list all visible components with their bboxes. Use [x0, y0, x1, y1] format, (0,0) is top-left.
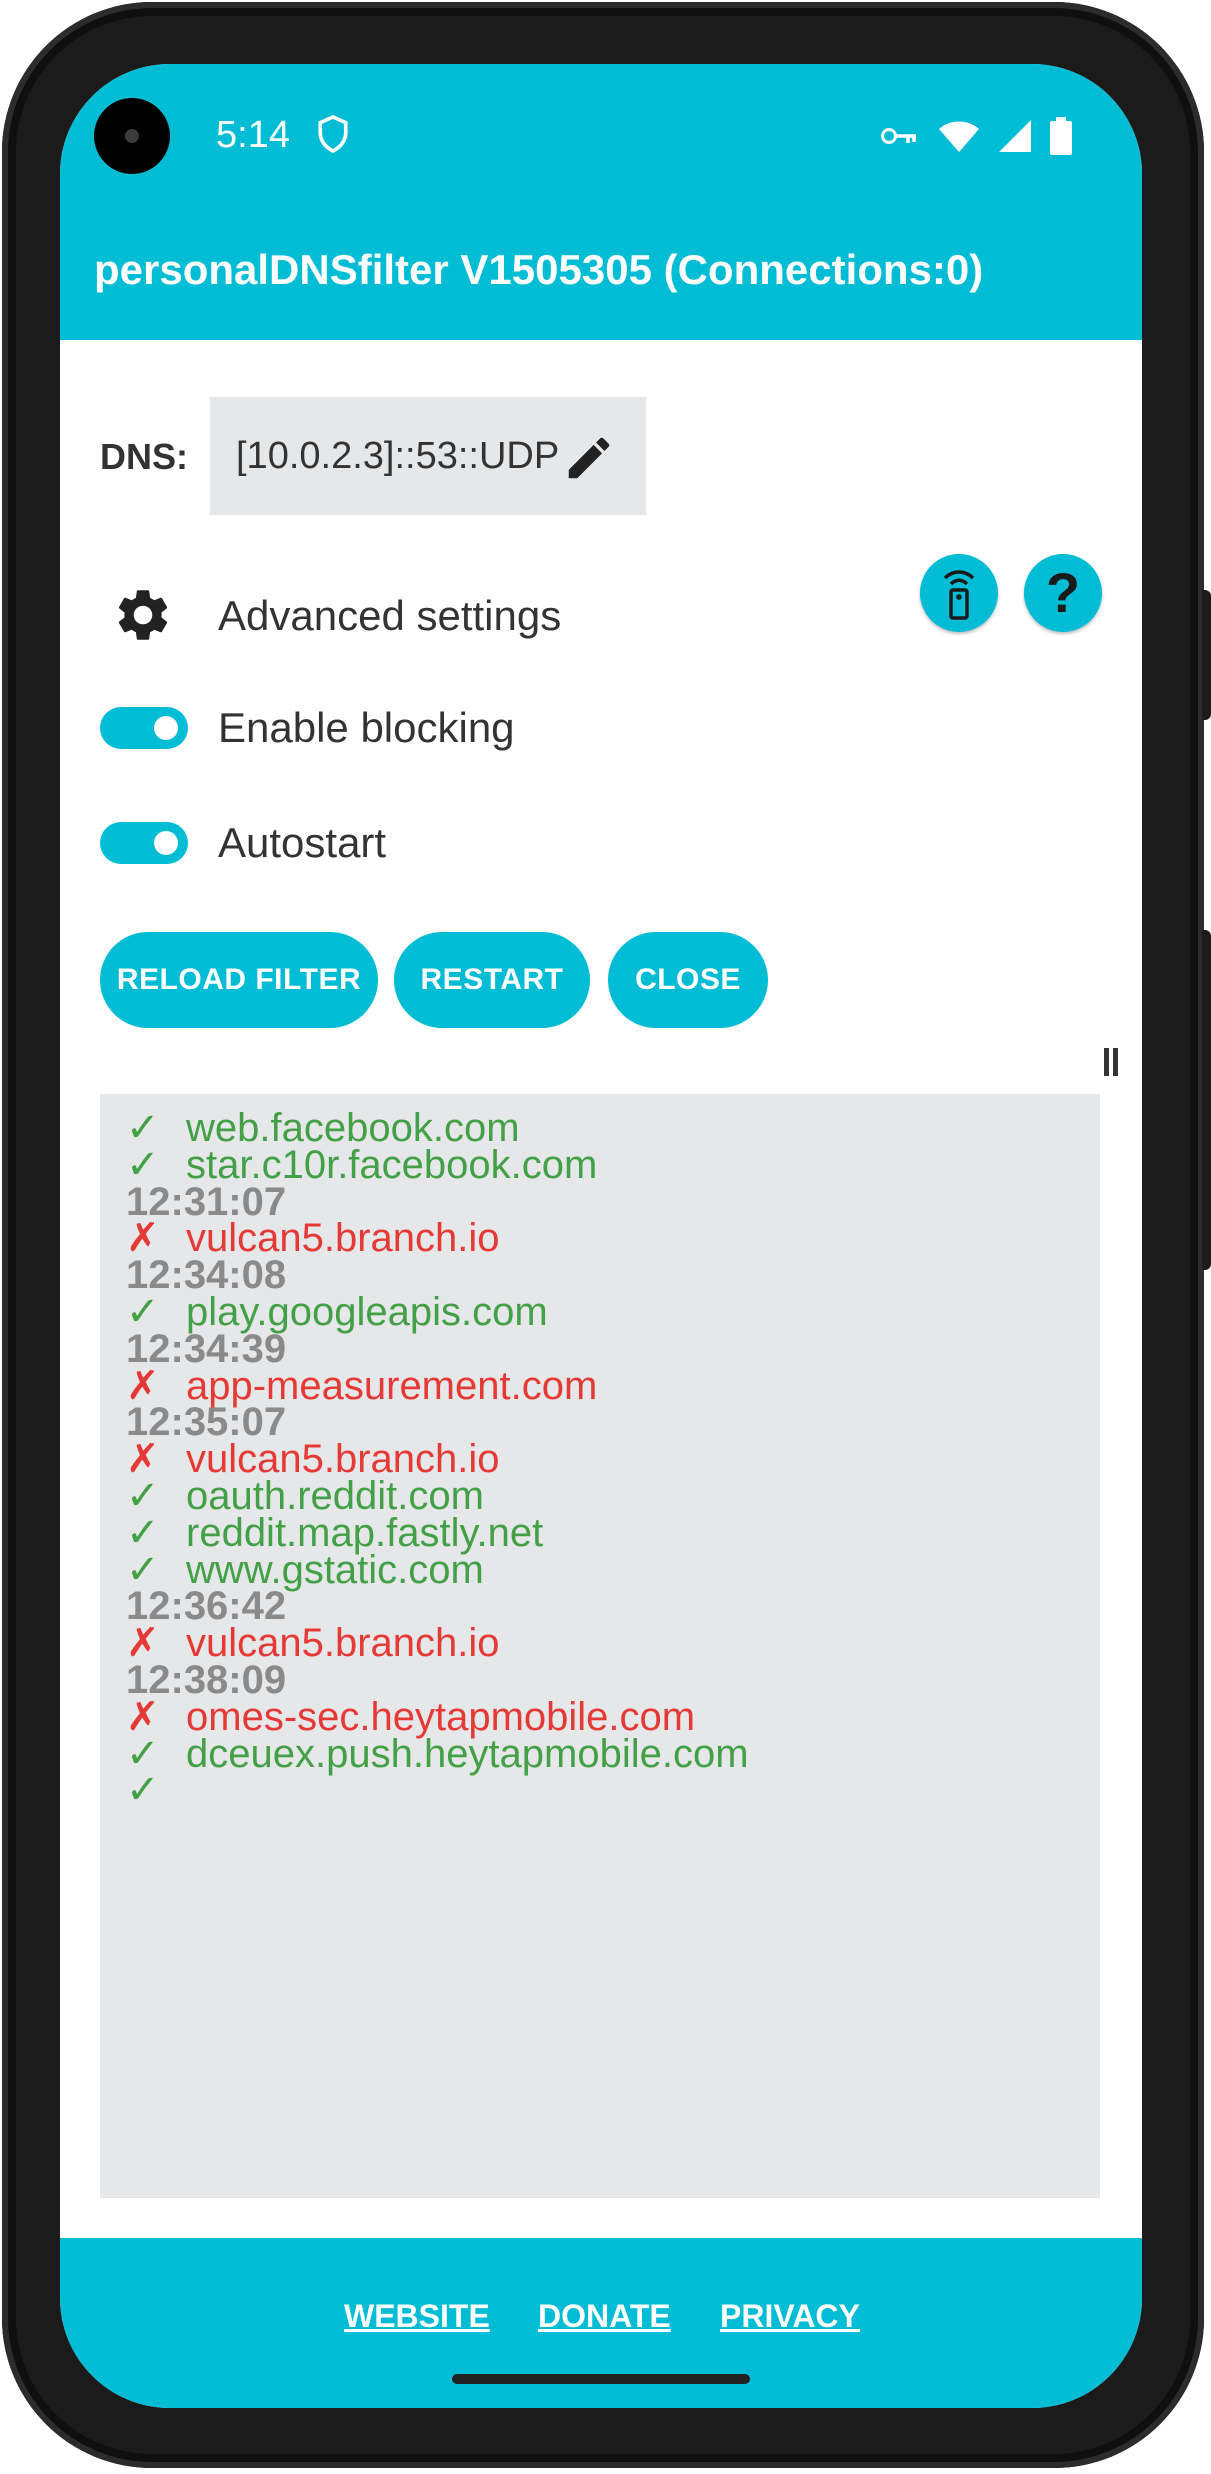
log-entry-allowed: ✓ — [126, 1770, 186, 1810]
log-view[interactable]: ✓ web.facebook.com ✓ star.c10r.facebook.com… — [100, 1094, 1100, 2198]
check-icon: ✓ — [126, 1510, 160, 1555]
autostart-switch[interactable] — [100, 822, 188, 864]
check-icon: ✓ — [126, 1474, 160, 1518]
website-link[interactable]: WEBSITE — [344, 2298, 490, 2335]
gesture-nav-handle[interactable] — [452, 2374, 750, 2384]
reload-filter-button[interactable]: RELOAD FILTER — [100, 932, 378, 1028]
edit-icon[interactable] — [562, 431, 616, 485]
dns-label: DNS: — [100, 436, 188, 477]
cross-icon: ✗ — [126, 1694, 160, 1739]
shield-icon — [318, 114, 348, 154]
dns-field[interactable]: [10.0.2.3]::53::UDP — [210, 397, 646, 515]
restart-button[interactable]: RESTART — [394, 932, 590, 1028]
app-bar: 5:14 personalDNSfilter V1505305 (Connect… — [60, 64, 1142, 340]
status-icons — [880, 116, 1072, 156]
advanced-settings-label[interactable]: Advanced settings — [218, 592, 561, 640]
donate-link[interactable]: DONATE — [538, 2298, 671, 2335]
enable-blocking-label[interactable]: Enable blocking — [218, 704, 515, 752]
status-time: 5:14 — [216, 114, 290, 156]
close-button[interactable]: CLOSE — [608, 932, 768, 1028]
autostart-label[interactable]: Autostart — [218, 819, 386, 867]
enable-blocking-switch[interactable] — [100, 707, 188, 749]
battery-icon — [1050, 117, 1072, 155]
help-button[interactable]: ? — [1024, 554, 1102, 632]
cell-signal-icon — [999, 120, 1031, 152]
app-title: personalDNSfilter V1505305 (Connections:… — [94, 246, 984, 293]
privacy-link[interactable]: PRIVACY — [720, 2298, 860, 2335]
volume-button — [1202, 930, 1211, 1270]
pause-icon[interactable] — [1101, 1048, 1121, 1078]
vpn-key-icon — [881, 128, 916, 144]
dns-value[interactable]: [10.0.2.3]::53::UDP — [236, 435, 559, 478]
log-entry-allowed: ✓ dceuex.push.heytapmobile.com — [126, 1734, 749, 1774]
check-icon: ✓ — [126, 1768, 160, 1813]
remote-control-button[interactable] — [920, 554, 998, 632]
front-camera — [94, 98, 170, 174]
footer: WEBSITE DONATE PRIVACY — [60, 2238, 1142, 2408]
screen: 5:14 personalDNSfilter V1505305 (Connect… — [60, 64, 1142, 2408]
help-icon: ? — [1045, 561, 1081, 624]
log-text: dceuex.push.heytapmobile.com — [186, 1731, 749, 1776]
gear-icon[interactable] — [112, 584, 174, 646]
check-icon: ✓ — [126, 1106, 160, 1150]
remote-control-icon — [943, 570, 975, 620]
power-button — [1202, 590, 1211, 720]
wifi-icon — [939, 121, 979, 152]
